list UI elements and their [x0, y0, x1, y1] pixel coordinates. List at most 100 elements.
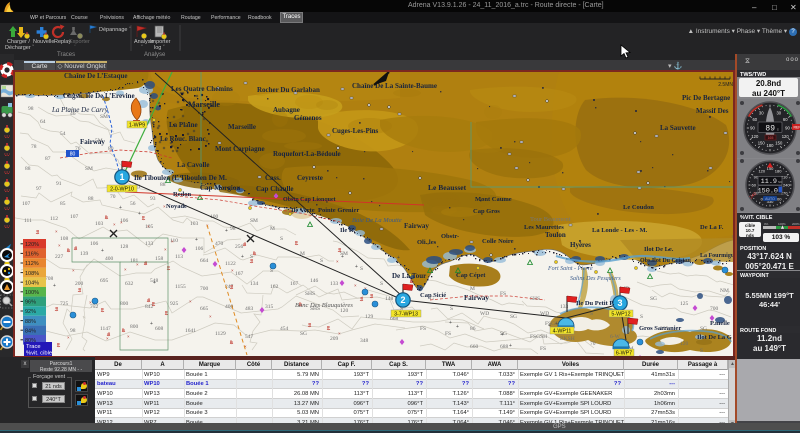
svg-text:Ilot De La G: Ilot De La G — [697, 334, 732, 341]
svg-text:112: 112 — [50, 216, 58, 222]
svg-text:1122: 1122 — [225, 261, 236, 267]
svg-text:256: 256 — [235, 244, 244, 250]
svg-text:200: 200 — [75, 281, 84, 287]
svg-text:106: 106 — [195, 246, 204, 252]
svg-text:88%: 88% — [25, 319, 36, 325]
svg-text:120: 120 — [758, 168, 765, 173]
svg-text:113: 113 — [175, 254, 183, 260]
svg-text:1-WP9: 1-WP9 — [129, 122, 145, 128]
svg-text:700: 700 — [200, 286, 209, 292]
svg-text:FSGSH: FSGSH — [530, 334, 547, 340]
svg-text:70: 70 — [590, 341, 596, 347]
svg-text:84%: 84% — [25, 328, 36, 334]
svg-text:Le Rouc. Blanc: Le Rouc. Blanc — [160, 135, 206, 143]
svg-text:112%: 112% — [25, 261, 39, 267]
svg-text:56: 56 — [130, 201, 136, 207]
svg-text:Ceyreste: Ceyreste — [297, 174, 323, 182]
svg-text:S: S — [250, 254, 253, 260]
svg-text:+: + — [397, 255, 400, 261]
svg-text:98: 98 — [28, 106, 34, 112]
svg-text:+: + — [449, 320, 452, 326]
svg-text:Hyères: Hyères — [570, 241, 591, 249]
svg-text:%vit. cible: %vit. cible — [26, 351, 52, 357]
svg-text:116%: 116% — [25, 252, 39, 258]
svg-text:Obs.Ilot Du Cristau: Obs.Ilot Du Cristau — [640, 258, 692, 264]
svg-text:88: 88 — [88, 196, 94, 202]
svg-text:FS: FS — [540, 346, 546, 352]
svg-text:180: 180 — [775, 168, 782, 173]
svg-text:+: + — [341, 254, 344, 260]
svg-text:×: × — [336, 259, 339, 264]
svg-text:180: 180 — [767, 143, 775, 148]
svg-text:BKSH: BKSH — [560, 336, 575, 342]
svg-text:162: 162 — [270, 284, 279, 290]
svg-text:158: 158 — [155, 256, 164, 262]
svg-text:S: S — [320, 258, 323, 264]
svg-text:150: 150 — [758, 141, 766, 146]
svg-text:106: 106 — [90, 241, 99, 247]
svg-text:S: S — [280, 236, 283, 242]
svg-text:REF: REF — [794, 126, 800, 130]
svg-text:Ile R.: Ile R. — [340, 227, 356, 234]
svg-text:209: 209 — [330, 336, 339, 342]
svg-text:Baie De La Moutte: Baie De La Moutte — [352, 217, 402, 224]
svg-text:348: 348 — [360, 338, 369, 344]
svg-text:150.0: 150.0 — [758, 188, 778, 196]
svg-text:Aubagne: Aubagne — [273, 106, 300, 114]
svg-text:165: 165 — [768, 136, 774, 140]
svg-text:Les Quatre Chemins: Les Quatre Chemins — [171, 85, 233, 93]
svg-text:s: s — [777, 128, 779, 132]
svg-text:665: 665 — [200, 306, 209, 312]
svg-text:60: 60 — [751, 183, 756, 188]
svg-text:400: 400 — [105, 256, 114, 262]
svg-text:×: × — [127, 334, 130, 339]
svg-text:FS: FS — [420, 326, 426, 332]
svg-text:120: 120 — [680, 341, 689, 347]
svg-text:107: 107 — [22, 201, 31, 207]
svg-text:+: + — [195, 237, 198, 243]
svg-text:108: 108 — [60, 236, 69, 242]
svg-text:La Cavolle: La Cavolle — [177, 161, 209, 169]
svg-text:Cap Cépet: Cap Cépet — [456, 272, 486, 279]
svg-text:88: 88 — [25, 166, 31, 172]
svg-text:Fairway: Fairway — [404, 222, 429, 230]
svg-text:+: + — [53, 283, 56, 289]
svg-text:Mont Carpiagne: Mont Carpiagne — [215, 145, 265, 153]
svg-text:S: S — [450, 306, 453, 312]
svg-text:S: S — [380, 281, 383, 287]
svg-text:Pic De Bertagne: Pic De Bertagne — [682, 94, 730, 102]
svg-text:×: × — [231, 268, 234, 273]
svg-text:Obstr-: Obstr- — [441, 233, 459, 240]
svg-text:+: + — [501, 332, 504, 338]
svg-text:+: + — [241, 254, 244, 260]
svg-text:Les Maurettes: Les Maurettes — [524, 224, 564, 231]
svg-text:+: + — [225, 228, 228, 234]
svg-text:120%: 120% — [25, 242, 39, 248]
svg-text:11.9: 11.9 — [761, 178, 777, 186]
svg-text:Ile Tiboulen (L Tiboulen De M.: Ile Tiboulen (L Tiboulen De M. — [134, 174, 227, 182]
svg-text:632: 632 — [125, 281, 134, 287]
svg-text:100%: 100% — [25, 290, 39, 296]
svg-text:108%: 108% — [25, 271, 39, 277]
svg-text:111: 111 — [24, 218, 32, 224]
svg-text:146: 146 — [310, 278, 319, 284]
svg-text:SHS: SHS — [305, 291, 315, 297]
svg-text:M: M — [270, 226, 275, 232]
svg-text:×: × — [106, 336, 109, 341]
svg-text:1129: 1129 — [215, 331, 226, 337]
svg-text:Obstn Cap Lionquet: Obstn Cap Lionquet — [283, 197, 336, 203]
svg-text:Ile Du Petit P.: Ile Du Petit P. — [576, 300, 615, 307]
svg-text:+: + — [150, 321, 153, 327]
svg-text:+: + — [153, 280, 156, 286]
svg-text:Gémenos: Gémenos — [294, 114, 322, 122]
svg-text:107: 107 — [70, 214, 79, 220]
svg-text:Fairway: Fairway — [464, 294, 489, 302]
svg-text:P.melle: P.melle — [710, 320, 730, 327]
svg-text:×: × — [58, 243, 61, 248]
svg-text:×: × — [354, 283, 357, 288]
svg-text:La Plaine: La Plaine — [169, 121, 198, 129]
svg-text:120: 120 — [782, 134, 790, 139]
svg-text:De La F.: De La F. — [700, 224, 724, 231]
svg-text:Toulon: Toulon — [545, 231, 566, 239]
svg-text:695: 695 — [100, 278, 109, 284]
